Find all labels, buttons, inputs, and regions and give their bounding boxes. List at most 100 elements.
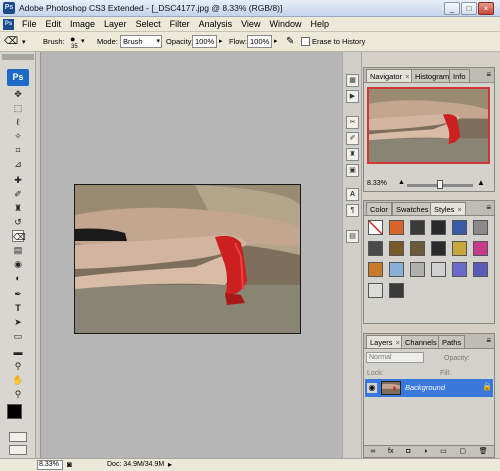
- tab-navigator[interactable]: Navigator ×: [366, 69, 414, 82]
- brush-chevron-icon[interactable]: ▾: [81, 37, 85, 45]
- style-swatch[interactable]: [368, 283, 383, 298]
- tab-channels[interactable]: Channels: [401, 335, 441, 348]
- panel-menu-icon[interactable]: ≡: [486, 203, 491, 212]
- paragraph-panel-icon[interactable]: ¶: [346, 204, 359, 217]
- marquee-icon[interactable]: ⬚: [12, 102, 24, 114]
- visibility-eye-icon[interactable]: ◉: [367, 383, 377, 393]
- menu-window[interactable]: Window: [269, 18, 301, 31]
- opacity-input[interactable]: 100%: [192, 35, 217, 48]
- layer-mask-icon[interactable]: ◘: [406, 446, 410, 457]
- style-swatch[interactable]: [410, 220, 425, 235]
- actions-panel-icon[interactable]: ▶: [346, 90, 359, 103]
- tab-info[interactable]: Info: [449, 69, 470, 82]
- magic-wand-icon[interactable]: ✧: [12, 130, 24, 142]
- flow-input[interactable]: 100%: [247, 35, 272, 48]
- style-swatch[interactable]: [473, 220, 488, 235]
- menu-image[interactable]: Image: [70, 18, 95, 31]
- style-swatch[interactable]: [452, 220, 467, 235]
- brush-icon[interactable]: ✐: [12, 188, 24, 200]
- style-swatch[interactable]: [389, 283, 404, 298]
- clone-stamp-icon[interactable]: ♜: [12, 202, 24, 214]
- style-swatch[interactable]: [389, 262, 404, 277]
- menu-file[interactable]: File: [22, 18, 37, 31]
- hand-icon[interactable]: ✋: [12, 374, 24, 386]
- style-swatch[interactable]: [368, 262, 383, 277]
- style-swatch-none[interactable]: [368, 220, 383, 235]
- style-swatch[interactable]: [368, 241, 383, 256]
- menu-view[interactable]: View: [241, 18, 260, 31]
- slice-icon[interactable]: ⊿: [12, 158, 24, 170]
- status-icon[interactable]: ◙: [67, 460, 72, 469]
- shape-icon[interactable]: ▭: [12, 330, 24, 342]
- mode-select[interactable]: Brush: [120, 35, 162, 48]
- screen-mode-icon[interactable]: [9, 445, 27, 455]
- animation-icon[interactable]: ▣: [346, 164, 359, 177]
- brush-preview-icon[interactable]: ●: [70, 34, 75, 44]
- style-swatch[interactable]: [473, 241, 488, 256]
- delete-layer-icon[interactable]: 🗑: [479, 446, 488, 457]
- maximize-button[interactable]: □: [461, 2, 477, 15]
- layer-style-icon[interactable]: fx: [388, 446, 393, 457]
- tab-color[interactable]: Color: [366, 202, 392, 215]
- style-swatch[interactable]: [389, 220, 404, 235]
- eraser-icon[interactable]: ⌫: [12, 230, 26, 242]
- move-icon[interactable]: ✥: [12, 88, 24, 100]
- tab-layers[interactable]: Layers ×: [366, 335, 404, 348]
- tool-preset-chevron-icon[interactable]: ▾: [22, 38, 26, 46]
- new-group-icon[interactable]: ▭: [440, 446, 447, 457]
- panel-menu-icon[interactable]: ≡: [486, 70, 491, 79]
- style-swatch[interactable]: [389, 241, 404, 256]
- tool-presets-icon[interactable]: ✂: [346, 116, 359, 129]
- lasso-icon[interactable]: ℓ: [12, 116, 24, 128]
- style-swatch[interactable]: [410, 241, 425, 256]
- style-swatch[interactable]: [431, 220, 446, 235]
- close-button[interactable]: ×: [478, 2, 494, 15]
- menu-edit[interactable]: Edit: [46, 18, 62, 31]
- dodge-icon[interactable]: ◐: [12, 272, 24, 284]
- document-image[interactable]: [74, 184, 301, 334]
- tab-histogram[interactable]: Histogram: [411, 69, 454, 82]
- panel-menu-icon[interactable]: ≡: [486, 336, 491, 345]
- history-panel-icon[interactable]: ▦: [346, 74, 359, 87]
- menu-help[interactable]: Help: [310, 18, 329, 31]
- eyedropper-icon[interactable]: ⚲: [12, 360, 24, 372]
- style-swatch[interactable]: [473, 262, 488, 277]
- opacity-chevron-icon[interactable]: ▸: [219, 37, 223, 45]
- navigator-thumbnail[interactable]: [367, 87, 490, 164]
- minimize-button[interactable]: _: [444, 2, 460, 15]
- path-selection-icon[interactable]: ➤: [12, 316, 24, 328]
- notes-icon[interactable]: ▬: [12, 346, 24, 358]
- blur-icon[interactable]: ◉: [12, 258, 24, 270]
- foreground-color-swatch[interactable]: [7, 404, 22, 419]
- tab-swatches[interactable]: Swatches: [392, 202, 433, 215]
- layer-name[interactable]: Background: [405, 383, 445, 392]
- type-icon[interactable]: T: [12, 302, 24, 314]
- brushes-panel-icon[interactable]: ✐: [346, 132, 359, 145]
- zoom-icon[interactable]: ⚲: [12, 388, 24, 400]
- pen-icon[interactable]: ✒: [12, 288, 24, 300]
- menu-filter[interactable]: Filter: [170, 18, 190, 31]
- crop-icon[interactable]: ⌗: [12, 144, 24, 156]
- document-icon[interactable]: Ps: [3, 19, 14, 30]
- zoom-in-icon[interactable]: ▲: [477, 178, 485, 187]
- zoom-out-icon[interactable]: ▲: [398, 179, 405, 186]
- status-menu-arrow-icon[interactable]: ▸: [168, 460, 172, 469]
- status-zoom-input[interactable]: 8.33%: [37, 460, 63, 470]
- layer-row-background[interactable]: ◉ Background 🔒: [365, 379, 493, 397]
- gradient-icon[interactable]: ▤: [12, 244, 24, 256]
- erase-to-history-checkbox[interactable]: [301, 37, 310, 46]
- style-swatch[interactable]: [431, 241, 446, 256]
- quick-mask-icon[interactable]: [9, 432, 27, 442]
- style-swatch[interactable]: [431, 262, 446, 277]
- link-layers-icon[interactable]: ∞: [370, 446, 375, 457]
- tab-paths[interactable]: Paths: [438, 335, 466, 348]
- blend-mode-select[interactable]: Normal: [366, 352, 424, 363]
- airbrush-icon[interactable]: ✎: [286, 36, 294, 47]
- layer-comps-icon[interactable]: ▤: [346, 230, 359, 243]
- character-panel-icon[interactable]: A: [346, 188, 359, 201]
- style-swatch[interactable]: [410, 262, 425, 277]
- new-layer-icon[interactable]: ▢: [459, 446, 466, 457]
- menu-analysis[interactable]: Analysis: [199, 18, 233, 31]
- menu-select[interactable]: Select: [136, 18, 161, 31]
- eraser-tool-icon[interactable]: ⌫: [4, 36, 18, 47]
